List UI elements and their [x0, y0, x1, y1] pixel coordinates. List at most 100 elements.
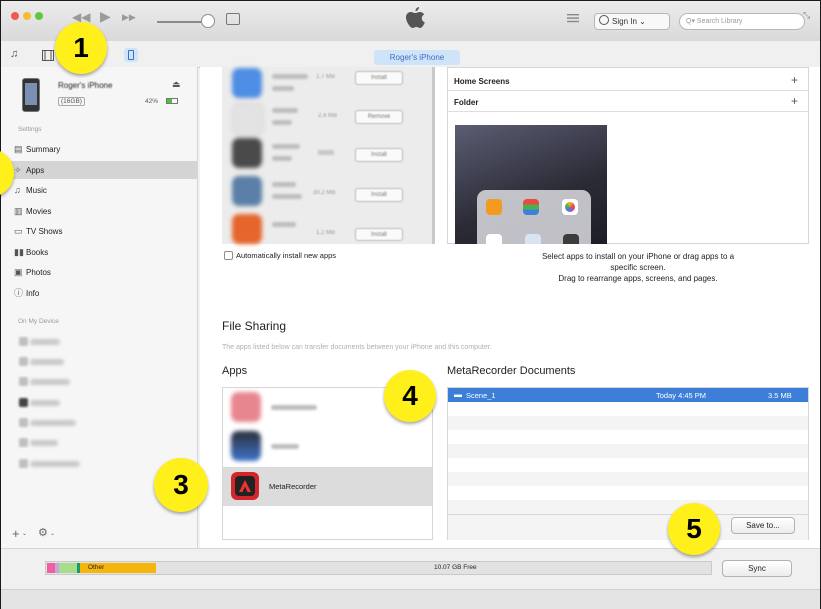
- add-playlist-icon[interactable]: +: [12, 526, 20, 541]
- document-row-empty: [448, 444, 808, 458]
- install-button[interactable]: Install: [355, 148, 403, 162]
- music-library-icon[interactable]: ♫: [10, 48, 18, 60]
- capacity-free-label: 10.07 GB Free: [434, 564, 477, 571]
- music-icon: ♫: [14, 185, 21, 195]
- app-size: 1.7 MB: [316, 74, 336, 80]
- sidebar-item-label: Books: [26, 248, 49, 257]
- zoom-window-button[interactable]: [35, 12, 43, 20]
- sidebar-item-summary[interactable]: ▤ Summary: [14, 141, 60, 157]
- photos-app-icon: [562, 199, 578, 215]
- apps-list-scrollbar[interactable]: [432, 67, 435, 244]
- auto-install-label: Automatically install new apps: [236, 251, 337, 260]
- app-size: 30.2 MB: [313, 190, 336, 196]
- gear-chevron-icon[interactable]: ⌄: [50, 530, 55, 537]
- sidebar-item-apps[interactable]: ✧ Apps: [14, 162, 44, 178]
- sidebar-item-label: Movies: [26, 207, 52, 216]
- list-item[interactable]: [223, 427, 432, 466]
- sidebar-item-label: Info: [26, 289, 40, 298]
- folder-icon: ▬: [454, 390, 462, 399]
- device-music-icon: [19, 337, 28, 346]
- app-icon: [231, 431, 261, 461]
- document-row-selected[interactable]: ▬ Scene_1 Today 4:45 PM 3.5 MB: [448, 388, 808, 402]
- document-date: Today 4:45 PM: [656, 391, 707, 400]
- device-item-tv-shows[interactable]: [30, 379, 70, 385]
- app-icon: [232, 68, 262, 98]
- sidebar-item-photos[interactable]: ▣ Photos: [14, 264, 51, 280]
- device-button[interactable]: [124, 48, 138, 62]
- device-item-movies[interactable]: [30, 359, 64, 365]
- device-item-tones[interactable]: [30, 440, 58, 446]
- eject-icon[interactable]: ⏏: [172, 79, 181, 90]
- device-thumbnail: [22, 78, 40, 112]
- folder-row[interactable]: Folder: [448, 94, 808, 112]
- apps-icon: ✧: [14, 165, 22, 175]
- minimize-window-button[interactable]: [23, 12, 31, 20]
- photos-icon: ▣: [14, 267, 23, 277]
- capacity-bar[interactable]: Other 10.07 GB Free: [45, 561, 712, 575]
- sidebar-item-label: TV Shows: [26, 227, 63, 236]
- sidebar-item-info[interactable]: ⓘ Info: [14, 285, 39, 301]
- app-icon-partial: [486, 234, 502, 244]
- sidebar-item-tv-shows[interactable]: ▭ TV Shows: [14, 223, 62, 239]
- install-button[interactable]: Install: [355, 228, 403, 241]
- app-size: 2.4 MB: [318, 113, 338, 119]
- install-button[interactable]: Install: [355, 71, 403, 85]
- install-button[interactable]: Install: [355, 188, 403, 202]
- sync-button[interactable]: Sync: [722, 560, 792, 577]
- movies-icon: ▥: [14, 206, 23, 216]
- home-screens-row[interactable]: Home Screens: [448, 73, 808, 91]
- device-tab[interactable]: Roger's iPhone: [374, 50, 460, 65]
- app-icon-partial: [563, 234, 579, 244]
- battery-level: 42%: [145, 98, 159, 105]
- device-tv-icon: [19, 377, 28, 386]
- list-view-icon[interactable]: [567, 13, 579, 23]
- callout-4: 4: [384, 370, 436, 422]
- fullscreen-corner-icon[interactable]: ⤡: [803, 10, 810, 21]
- metarecorder-label: MetaRecorder: [269, 482, 317, 491]
- app-name-blurred: [272, 108, 298, 113]
- fast-forward-icon[interactable]: ▶▶: [122, 12, 136, 23]
- device-books-icon: [19, 398, 28, 407]
- callout-1: 1: [55, 22, 107, 74]
- add-chevron-icon[interactable]: ⌄: [22, 530, 27, 537]
- device-voice-memos-icon: [19, 459, 28, 468]
- app-icon: [232, 176, 262, 206]
- plus-icon[interactable]: +: [791, 94, 798, 108]
- gear-icon[interactable]: ⚙: [38, 526, 48, 539]
- device-movies-icon: [19, 357, 28, 366]
- device-item-music[interactable]: [30, 339, 60, 345]
- capacity-other-label: Other: [88, 564, 105, 571]
- plus-icon[interactable]: +: [791, 73, 798, 87]
- auto-install-checkbox[interactable]: [224, 251, 233, 260]
- save-to-button[interactable]: Save to...: [731, 517, 795, 534]
- movies-library-icon[interactable]: [42, 50, 54, 61]
- device-item-audiobooks[interactable]: [30, 420, 76, 426]
- sidebar-item-movies[interactable]: ▥ Movies: [14, 203, 51, 219]
- app-icon: [232, 138, 262, 168]
- device-item-voice-memos[interactable]: [30, 461, 80, 467]
- sidebar-item-music[interactable]: ♫ Music: [14, 182, 47, 198]
- sidebar-item-books[interactable]: ▮▮ Books: [14, 244, 48, 260]
- play-icon[interactable]: ▶: [100, 8, 111, 25]
- device-item-books[interactable]: [30, 400, 60, 406]
- close-window-button[interactable]: [11, 12, 19, 20]
- device-name: Roger's iPhone: [58, 81, 113, 90]
- remove-button[interactable]: Remove: [355, 110, 403, 124]
- sign-in-label: Sign In ⌄: [612, 17, 646, 26]
- sign-in-button[interactable]: Sign In ⌄: [594, 13, 670, 30]
- list-item-selected[interactable]: MetaRecorder: [223, 467, 432, 506]
- app-name-blurred: [272, 222, 296, 227]
- status-bar: [1, 589, 820, 609]
- app-icon: [231, 392, 261, 422]
- document-row-empty: [448, 430, 808, 444]
- device-tones-icon: [19, 438, 28, 447]
- app-name-blurred: [272, 182, 296, 187]
- volume-knob[interactable]: [201, 14, 215, 28]
- app-icon: [232, 214, 262, 244]
- apps-column-title: Apps: [222, 365, 248, 377]
- app-name-blurred: [272, 194, 302, 199]
- search-library-input[interactable]: Q▾ Search Library: [679, 13, 805, 30]
- airplay-icon[interactable]: [226, 13, 240, 25]
- instruction-line: specific screen.: [610, 263, 666, 272]
- sidebar-item-label: Photos: [26, 268, 51, 277]
